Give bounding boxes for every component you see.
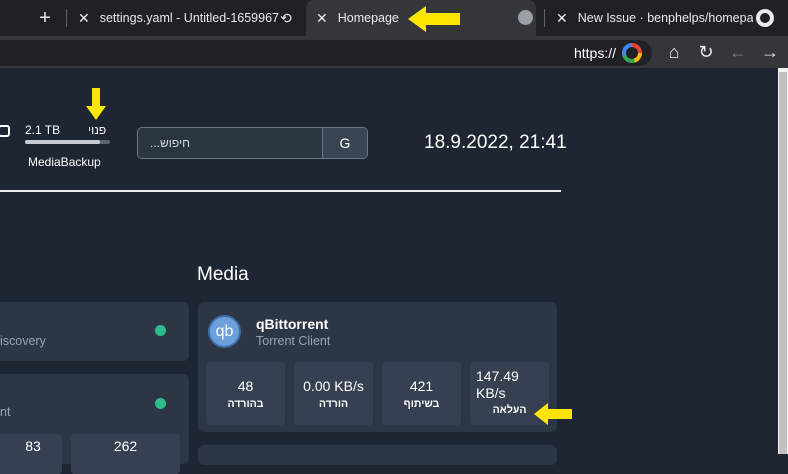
github-icon <box>756 9 774 27</box>
service-name: qBittorrent <box>256 316 329 332</box>
header-divider <box>0 190 561 192</box>
section-title-media: Media <box>197 264 249 285</box>
scrollbar-thumb[interactable] <box>779 72 787 454</box>
tab-settings-yaml[interactable]: ✕ settings.yaml - Untitled-1659967 <box>70 0 300 36</box>
search-box: G <box>137 127 368 159</box>
stat-box: 83 <box>0 434 62 474</box>
stat-box-download-speed: 0.00 KB/s הורדה <box>294 362 373 425</box>
tab-separator <box>544 9 545 27</box>
service-description: iscovery <box>0 334 46 348</box>
reload-icon[interactable]: ↻ <box>694 40 718 64</box>
service-card-qbittorrent[interactable]: qb qBittorrent Torrent Client 48 בהורדה … <box>198 302 557 432</box>
new-tab-button[interactable]: + <box>30 0 60 36</box>
tab-label: Homepage <box>337 11 399 25</box>
stat-label: בשיתוף <box>403 398 440 410</box>
tab-label: New Issue · benphelps/homepage <box>577 11 753 25</box>
plus-icon: + <box>39 6 51 29</box>
annotation-arrow-icon <box>86 88 106 120</box>
omnibox[interactable]: https:// <box>0 40 652 66</box>
status-dot-icon <box>155 398 166 409</box>
disk-usage-fill <box>25 140 100 144</box>
qbittorrent-icon: qb <box>208 315 241 348</box>
tab-bar: + ✕ settings.yaml - Untitled-1659967 ⟲ ✕… <box>0 0 788 36</box>
icon-text: qb <box>215 323 234 340</box>
url-text: https:// <box>573 45 616 61</box>
disk-name: MediaBackup <box>28 155 101 169</box>
status-dot-icon <box>155 325 166 336</box>
datetime: 18.9.2022, 21:41 <box>424 132 567 153</box>
stat-value: 421 <box>409 378 434 394</box>
service-card-left-2[interactable]: nt 83 262 <box>0 374 189 474</box>
service-description: nt <box>0 405 11 419</box>
stat-label: בהורדה <box>227 398 264 410</box>
home-icon[interactable]: ⌂ <box>662 40 686 64</box>
stat-value: 48 <box>237 378 254 394</box>
drive-icon <box>0 125 10 137</box>
forward-icon[interactable]: → <box>758 40 782 64</box>
stat-value: 0.00 KB/s <box>303 378 364 394</box>
service-description: Torrent Client <box>256 334 331 348</box>
disk-total: 2.1 TB <box>25 123 61 137</box>
stat-label: הורדה <box>318 398 349 410</box>
stat-value: 147.49 KB/s <box>476 368 519 401</box>
tab-separator <box>66 9 67 27</box>
annotation-arrow-icon <box>408 6 460 32</box>
search-provider-button[interactable]: G <box>322 128 367 158</box>
globe-icon <box>518 10 533 25</box>
tab-label: settings.yaml - Untitled-1659967 <box>99 11 279 25</box>
back-icon[interactable]: ← <box>726 40 750 64</box>
stat-value: 83 <box>25 438 41 454</box>
stat-value: 262 <box>113 438 138 454</box>
close-icon[interactable]: ✕ <box>78 10 90 27</box>
tab-new-issue[interactable]: ✕ New Issue · benphelps/homepage <box>548 0 753 36</box>
close-icon[interactable]: ✕ <box>316 10 328 27</box>
annotation-arrow-icon <box>534 403 572 425</box>
disk-usage-bar <box>25 140 110 144</box>
stat-box-downloading: 48 בהורדה <box>206 362 285 425</box>
service-card-next[interactable] <box>198 445 557 465</box>
stat-box: 262 <box>71 434 180 474</box>
service-card-left-1[interactable]: iscovery <box>0 302 189 361</box>
google-icon[interactable] <box>622 43 642 63</box>
disk-free-label: פנוי <box>88 123 107 137</box>
close-icon[interactable]: ✕ <box>556 10 568 27</box>
search-input[interactable] <box>138 128 323 158</box>
sync-icon: ⟲ <box>280 10 296 26</box>
stat-box-seeding: 421 בשיתוף <box>382 362 461 425</box>
